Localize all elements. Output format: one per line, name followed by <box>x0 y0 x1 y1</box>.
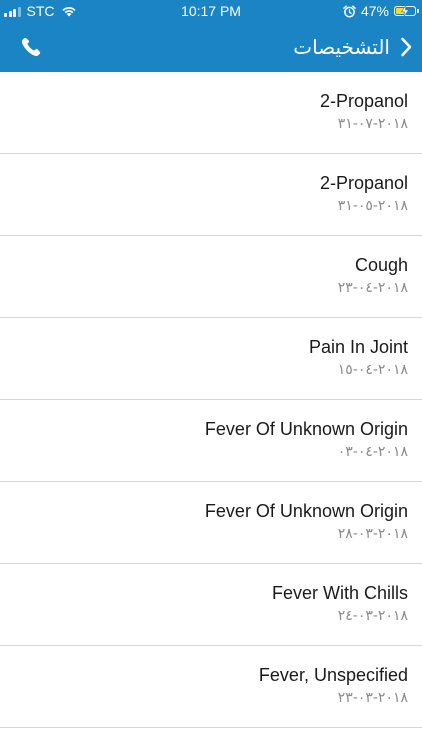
battery-icon <box>394 5 419 17</box>
diagnosis-row[interactable]: Cough ٢٠١٨-٠٤-٢٣ <box>0 236 422 318</box>
diagnosis-name: Pain In Joint <box>308 337 408 357</box>
diagnosis-row[interactable]: 2-Propanol ٢٠١٨-٠٧-٣١ <box>0 72 422 154</box>
diagnosis-name: Fever, Unspecified <box>258 665 408 685</box>
diagnosis-name: 2-Propanol <box>319 91 408 111</box>
diagnosis-name: Fever With Chills <box>271 583 408 603</box>
battery-percent: 47% <box>360 3 389 19</box>
back-chevron-icon[interactable] <box>400 37 412 57</box>
navigation-bar: التشخيصات <box>0 22 422 72</box>
diagnosis-date: ٢٠١٨-٠٤-٢٣ <box>337 280 408 296</box>
diagnosis-date: ٢٠١٨-٠٥-٣١ <box>337 198 408 214</box>
diagnosis-date: ٢٠١٨-٠٧-٣١ <box>337 116 408 132</box>
phone-icon <box>21 37 41 57</box>
battery-tip <box>417 9 419 13</box>
diagnosis-row[interactable]: Pain In Joint ٢٠١٨-٠٤-١٥ <box>0 318 422 400</box>
page-title: التشخيصات <box>293 35 390 59</box>
charging-bolt-icon <box>400 5 410 17</box>
diagnosis-date: ٢٠١٨-٠٣-٢٤ <box>337 608 408 624</box>
call-button[interactable] <box>16 32 46 62</box>
alarm-icon <box>343 4 356 17</box>
diagnosis-name: Fever Of Unknown Origin <box>204 419 408 439</box>
diagnoses-list: 2-Propanol ٢٠١٨-٠٧-٣١ 2-Propanol ٢٠١٨-٠٥… <box>0 72 422 728</box>
diagnosis-row[interactable]: Fever, Unspecified ٢٠١٨-٠٣-٢٣ <box>0 646 422 728</box>
diagnosis-row[interactable]: Fever With Chills ٢٠١٨-٠٣-٢٤ <box>0 564 422 646</box>
diagnosis-row[interactable]: Fever Of Unknown Origin ٢٠١٨-٠٤-٠٣ <box>0 400 422 482</box>
header: STC 10:17 PM 47% التشخيصات <box>0 0 422 72</box>
title-group: التشخيصات <box>293 22 412 72</box>
diagnosis-name: 2-Propanol <box>319 173 408 193</box>
status-right: 47% <box>343 3 419 19</box>
diagnosis-date: ٢٠١٨-٠٤-١٥ <box>337 362 408 378</box>
diagnosis-date: ٢٠١٨-٠٣-٢٨ <box>337 526 408 542</box>
diagnosis-name: Fever Of Unknown Origin <box>204 501 408 521</box>
status-bar: STC 10:17 PM 47% <box>0 0 422 22</box>
diagnosis-name: Cough <box>354 255 408 275</box>
diagnosis-row[interactable]: 2-Propanol ٢٠١٨-٠٥-٣١ <box>0 154 422 236</box>
diagnosis-date: ٢٠١٨-٠٣-٢٣ <box>337 690 408 706</box>
diagnosis-row[interactable]: Fever Of Unknown Origin ٢٠١٨-٠٣-٢٨ <box>0 482 422 564</box>
diagnosis-date: ٢٠١٨-٠٤-٠٣ <box>337 444 408 460</box>
